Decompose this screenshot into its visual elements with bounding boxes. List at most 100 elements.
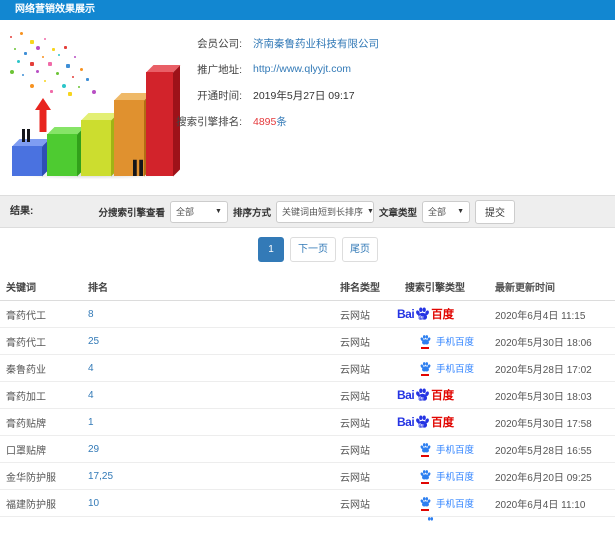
rank-link[interactable]: 17,25 bbox=[88, 471, 340, 482]
businessman-figure-right bbox=[128, 159, 148, 176]
rank-type-cell: 云网站 bbox=[340, 337, 370, 349]
engine-filter-label: 分搜索引擎查看 bbox=[98, 207, 165, 219]
baidu-cn-text: 百度 bbox=[431, 309, 455, 321]
member-info-panel: 会员公司: 济南秦鲁药业科技有限公司 推广地址: http://www.qlyy… bbox=[158, 30, 488, 134]
rank-type-cell: 云网站 bbox=[340, 499, 370, 511]
article-type-select[interactable]: 全部 ▼ bbox=[422, 200, 470, 223]
keyword-cell: 膏药代工 bbox=[6, 310, 46, 322]
updated-cell: 2020年5月30日 18:06 bbox=[495, 337, 592, 349]
rank-link[interactable]: 4 bbox=[88, 363, 340, 374]
submit-button[interactable]: 提交 bbox=[475, 199, 515, 224]
svg-text:du: du bbox=[418, 395, 424, 400]
keyword-cell: 口罩贴牌 bbox=[6, 445, 46, 457]
header-engine: 搜索引擎类型 bbox=[405, 282, 465, 294]
rank-link[interactable]: 10 bbox=[88, 498, 340, 509]
page-1-button[interactable]: 1 bbox=[258, 237, 284, 262]
table-row: 口罩贴牌 29 云网站 手机百度 2020年5月28日 16:55 bbox=[0, 436, 615, 463]
page-title: 网络营销效果展示 bbox=[15, 4, 95, 15]
ranking-table: 关键词 排名 排名类型 搜索引擎类型 最新更新时间 膏药代工 8 云网站 Bai… bbox=[0, 272, 615, 517]
table-row: 秦鲁药业 4 云网站 手机百度 2020年5月28日 17:02 bbox=[0, 355, 615, 382]
baidu-bai-text: Bai bbox=[397, 388, 415, 402]
svg-text:du: du bbox=[418, 314, 424, 319]
baidu-paw-icon: du bbox=[416, 306, 430, 320]
chevron-down-icon: ▼ bbox=[215, 208, 222, 215]
header-rank-type: 排名类型 bbox=[340, 282, 380, 294]
engine-cell: 手机百度 bbox=[405, 442, 495, 457]
promo-url-link[interactable]: http://www.qlyyjt.com bbox=[253, 63, 351, 75]
mobile-baidu-paw-icon bbox=[419, 334, 432, 349]
baidu-logo: Bai du 百度 bbox=[397, 414, 454, 431]
rank-link[interactable]: 4 bbox=[88, 390, 340, 401]
mobile-baidu-text: 手机百度 bbox=[436, 499, 475, 510]
company-label: 会员公司: bbox=[197, 37, 242, 50]
red-up-arrow-icon bbox=[35, 98, 51, 132]
updated-cell: 2020年6月4日 11:15 bbox=[495, 310, 586, 322]
rank-link[interactable]: 1 bbox=[88, 417, 340, 428]
engine-cell: 手机百度 bbox=[405, 361, 495, 376]
mobile-baidu-text: 手机百度 bbox=[436, 445, 475, 456]
table-row: 金华防护服 17,25 云网站 手机百度 2020年6月20日 09:25 bbox=[0, 463, 615, 490]
rank-type-cell: 云网站 bbox=[340, 391, 370, 403]
updated-cell: 2020年5月30日 17:58 bbox=[495, 418, 592, 430]
sort-value: 关键词由短到长排序 bbox=[281, 207, 363, 217]
table-row: 膏药加工 4 云网站 Bai du 百度 2020年5月30日 18:03 bbox=[0, 382, 615, 409]
keyword-cell: 福建防护服 bbox=[6, 499, 56, 511]
header-keyword: 关键词 bbox=[6, 282, 36, 294]
info-row-opened: 开通时间: 2019年5月27日 09:17 bbox=[158, 82, 488, 108]
chevron-down-icon: ▼ bbox=[457, 208, 464, 215]
engine-cell: Bai du 百度 bbox=[397, 387, 495, 404]
baidu-cn-text: 百度 bbox=[431, 390, 455, 402]
article-type-value: 全部 bbox=[428, 207, 447, 217]
open-time-label: 开通时间: bbox=[197, 89, 242, 102]
table-row: 膏药代工 8 云网站 Bai du 百度 2020年6月4日 11:15 bbox=[0, 301, 615, 328]
pagination: 1 下一页 尾页 bbox=[258, 237, 378, 262]
rank-link[interactable]: 25 bbox=[88, 336, 340, 347]
rank-link[interactable]: 29 bbox=[88, 444, 340, 455]
engine-filter-select[interactable]: 全部 ▼ bbox=[169, 200, 228, 223]
table-row: 福建防护服 10 云网站 手机百度 2020年6月4日 11:10 bbox=[0, 490, 615, 517]
open-time-value: 2019年5月27日 09:17 bbox=[253, 89, 355, 102]
keyword-cell: 膏药贴牌 bbox=[6, 418, 46, 430]
updated-cell: 2020年5月28日 16:55 bbox=[495, 445, 592, 457]
next-page-button[interactable]: 下一页 bbox=[290, 237, 336, 262]
table-header-row: 关键词 排名 排名类型 搜索引擎类型 最新更新时间 bbox=[0, 272, 615, 301]
last-page-button[interactable]: 尾页 bbox=[342, 237, 378, 262]
mobile-baidu-paw-icon bbox=[419, 361, 432, 376]
mobile-baidu-logo: 手机百度 bbox=[419, 334, 474, 349]
sort-select[interactable]: 关键词由短到长排序 ▼ bbox=[275, 200, 374, 223]
keyword-cell: 秦鲁药业 bbox=[6, 364, 46, 376]
mobile-baidu-text: 手机百度 bbox=[436, 364, 475, 375]
result-label: 结果: bbox=[10, 206, 34, 217]
mobile-baidu-paw-icon bbox=[419, 469, 432, 484]
keyword-cell: 膏药代工 bbox=[6, 337, 46, 349]
baidu-paw-icon: du bbox=[416, 387, 430, 401]
mobile-baidu-paw-icon bbox=[419, 442, 432, 457]
rank-type-cell: 云网站 bbox=[340, 472, 370, 484]
engine-cell: 手机百度 bbox=[405, 334, 495, 349]
rank-type-cell: 云网站 bbox=[340, 418, 370, 430]
company-link[interactable]: 济南秦鲁药业科技有限公司 bbox=[253, 36, 379, 51]
growth-chart-illustration bbox=[4, 26, 180, 180]
article-type-label: 文章类型 bbox=[378, 207, 417, 219]
baidu-cn-text: 百度 bbox=[431, 417, 455, 429]
rank-count-unit: 条 bbox=[276, 115, 287, 128]
engine-cell: Bai du 百度 bbox=[397, 414, 495, 431]
window-title-bar: 网络营销效果展示 bbox=[0, 0, 615, 20]
info-row-company: 会员公司: 济南秦鲁药业科技有限公司 bbox=[158, 30, 488, 56]
businessman-figure-left bbox=[18, 129, 34, 142]
mobile-baidu-logo: 手机百度 bbox=[419, 442, 474, 457]
filter-bar: 结果: 分搜索引擎查看 全部 ▼ 排序方式 关键词由短到长排序 ▼ 文章类型 全… bbox=[0, 195, 615, 228]
rank-link[interactable]: 8 bbox=[88, 309, 340, 320]
table-body: 膏药代工 8 云网站 Bai du 百度 2020年6月4日 11:15 膏药代… bbox=[0, 301, 615, 517]
rank-type-cell: 云网站 bbox=[340, 310, 370, 322]
engine-rank-value: 4895条 bbox=[253, 114, 287, 129]
baidu-bai-text: Bai bbox=[397, 415, 415, 429]
updated-cell: 2020年6月4日 11:10 bbox=[495, 499, 586, 511]
updated-cell: 2020年6月20日 09:25 bbox=[495, 472, 592, 484]
promo-url-label: 推广地址: bbox=[197, 63, 242, 76]
info-row-url: 推广地址: http://www.qlyyjt.com bbox=[158, 56, 488, 82]
engine-cell: Bai du 百度 bbox=[397, 306, 495, 323]
keyword-cell: 膏药加工 bbox=[6, 391, 46, 403]
engine-rank-label: 搜索引擎排名: bbox=[176, 115, 242, 128]
table-row: 膏药贴牌 1 云网站 Bai du 百度 2020年5月30日 17:58 bbox=[0, 409, 615, 436]
